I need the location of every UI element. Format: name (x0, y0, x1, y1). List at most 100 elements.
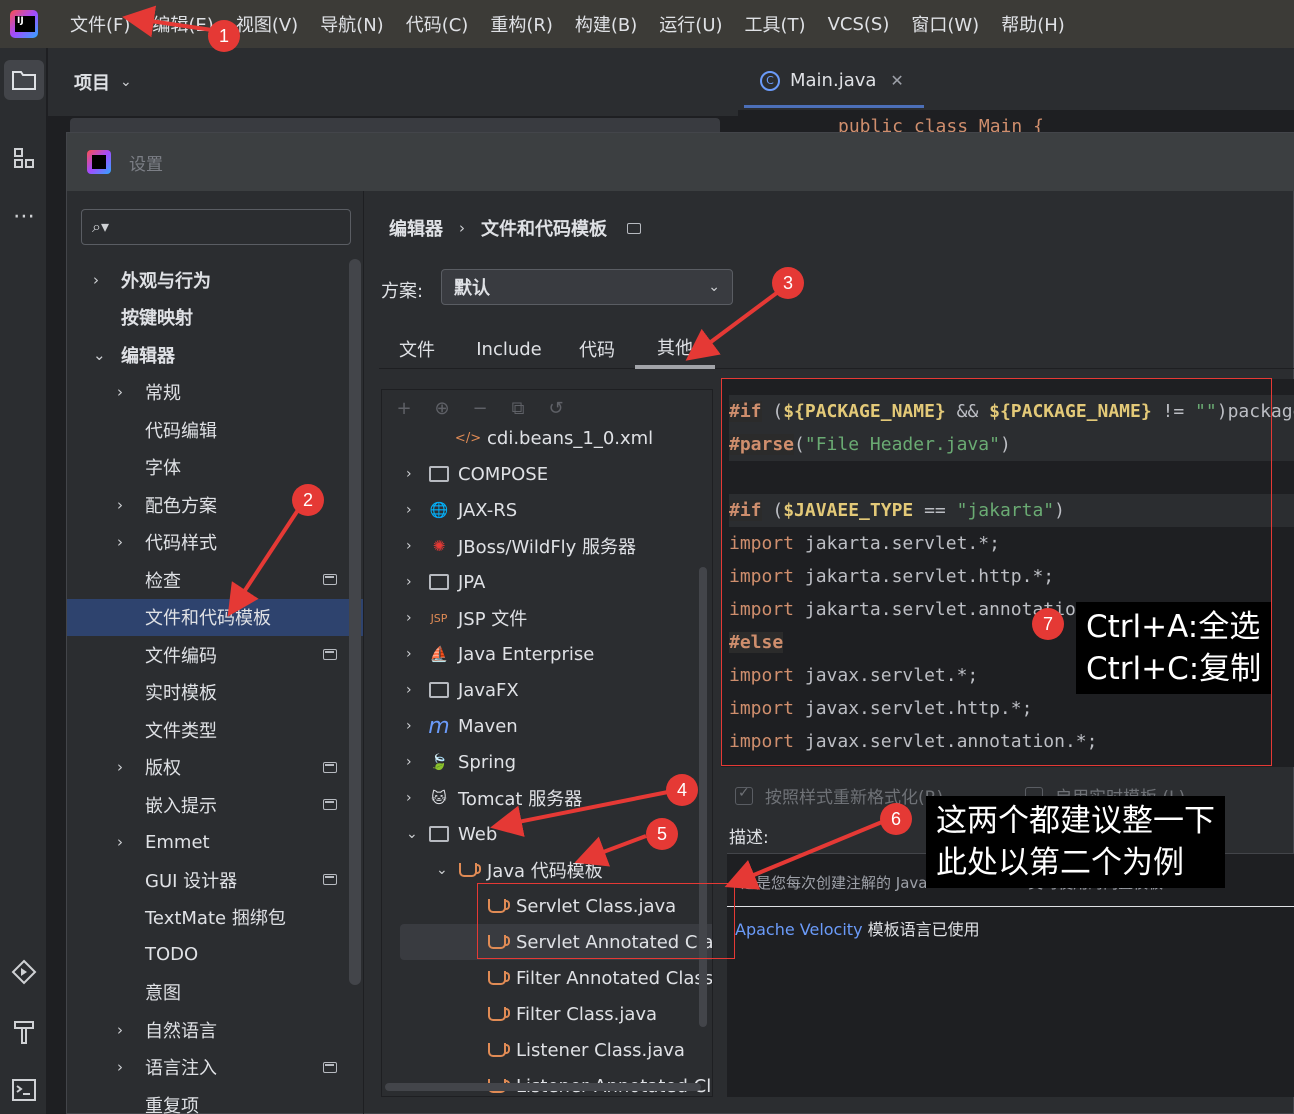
template-tree-item[interactable]: › ⛵ Java Enterprise (382, 636, 712, 672)
reformat-option[interactable]: 按照样式重新格式化(R) (735, 783, 943, 808)
menu-window[interactable]: 窗口(W) (911, 11, 979, 37)
chevron-right-icon[interactable]: › (93, 271, 99, 289)
menu-view[interactable]: 视图(V) (236, 11, 298, 37)
chevron-right-icon[interactable]: › (117, 1021, 123, 1039)
chevron-right-icon[interactable]: › (117, 533, 123, 551)
project-folder-icon[interactable] (4, 60, 44, 100)
chevron-right-icon[interactable]: › (406, 790, 412, 806)
add-child-icon[interactable]: ⊕ (430, 398, 454, 419)
chevron-right-icon[interactable]: › (406, 718, 412, 734)
add-icon[interactable]: + (392, 398, 416, 419)
settings-tree-item[interactable]: 文件和代码模板 (67, 598, 363, 636)
settings-tree-scrollbar[interactable] (349, 259, 361, 985)
settings-tree-item[interactable]: GUI 设计器 (67, 861, 363, 898)
template-tree-item[interactable]: › JSP JSP 文件 (382, 600, 712, 636)
settings-tree-item[interactable]: › 外观与行为 (67, 261, 363, 298)
settings-tree-item[interactable]: 代码编辑 (67, 411, 363, 448)
run-services-icon[interactable] (4, 952, 44, 992)
tab-code[interactable]: 代码 (565, 329, 629, 369)
template-tree-item[interactable]: Listener Class.java (382, 1032, 712, 1068)
template-tree-hscrollbar[interactable] (385, 1083, 701, 1091)
template-tree-item[interactable]: ⌄ Java 代码模板 (382, 852, 712, 888)
menu-vcs[interactable]: VCS(S) (828, 14, 890, 35)
chevron-right-icon[interactable]: › (406, 466, 412, 482)
menu-help[interactable]: 帮助(H) (1001, 11, 1065, 37)
menu-build[interactable]: 构建(B) (575, 11, 637, 37)
template-code-editor[interactable]: #if (${PACKAGE_NAME} && ${PACKAGE_NAME} … (721, 379, 1294, 767)
menu-refactor[interactable]: 重构(R) (490, 11, 553, 37)
template-tree-item[interactable]: › 🌐 JAX-RS (382, 492, 712, 528)
chevron-down-icon[interactable]: ⌄ (93, 346, 106, 364)
settings-tree-item[interactable]: 意图 (67, 974, 363, 1011)
template-tree-item[interactable]: › 🐱 Tomcat 服务器 (382, 780, 712, 816)
project-title[interactable]: 项目 (74, 69, 110, 95)
chevron-right-icon[interactable]: › (406, 754, 412, 770)
chevron-right-icon[interactable]: › (117, 758, 123, 776)
structure-icon[interactable] (4, 138, 44, 178)
menu-run[interactable]: 运行(U) (659, 11, 722, 37)
settings-tree-item[interactable]: 文件编码 (67, 636, 363, 673)
template-tree-item[interactable]: Servlet Annotated Class.java (400, 924, 712, 960)
settings-tree-item[interactable]: 嵌入提示 (67, 786, 363, 823)
chevron-right-icon[interactable]: › (117, 496, 123, 514)
chevron-down-icon[interactable]: ⌄ (436, 862, 448, 878)
menu-edit[interactable]: 编辑(E) (152, 11, 213, 37)
chevron-down-icon[interactable]: ⌄ (120, 74, 132, 90)
reformat-checkbox[interactable] (735, 785, 753, 805)
settings-tree-item[interactable]: 重复项 (67, 1086, 363, 1114)
template-tree-item[interactable]: › 🍃 Spring (382, 744, 712, 780)
template-code[interactable]: #if (${PACKAGE_NAME} && ${PACKAGE_NAME} … (729, 395, 1294, 758)
template-tree-item[interactable]: › COMPOSE (382, 456, 712, 492)
settings-tree-item[interactable]: TODO (67, 936, 363, 973)
settings-tree-item[interactable]: › 常规 (67, 374, 363, 411)
template-tree-item[interactable]: › JavaFX (382, 672, 712, 708)
settings-tree-item[interactable]: › 语言注入 (67, 1049, 363, 1086)
chevron-right-icon[interactable]: › (117, 833, 123, 851)
menu-file[interactable]: 文件(F) (70, 11, 130, 37)
template-tree-item[interactable]: </> cdi.beans_1_0.xml (382, 420, 712, 456)
settings-tree-item[interactable]: › Emmet (67, 824, 363, 861)
template-tree-item[interactable]: Servlet Class.java (382, 888, 712, 924)
remove-icon[interactable]: − (468, 398, 492, 419)
template-tree-item[interactable]: Filter Annotated Class.java (382, 960, 712, 996)
settings-tree-item[interactable]: › 版权 (67, 749, 363, 786)
chevron-right-icon[interactable]: › (406, 538, 412, 554)
chevron-right-icon[interactable]: › (406, 682, 412, 698)
settings-tree-item[interactable]: 文件类型 (67, 711, 363, 748)
close-icon[interactable]: ✕ (890, 71, 903, 90)
breadcrumb-parent[interactable]: 编辑器 (389, 215, 443, 241)
chevron-right-icon[interactable]: › (406, 574, 412, 590)
chevron-right-icon[interactable]: › (117, 383, 123, 401)
settings-tree-item[interactable]: 字体 (67, 449, 363, 486)
chevron-right-icon[interactable]: › (406, 502, 412, 518)
chevron-right-icon[interactable]: › (406, 646, 412, 662)
build-hammer-icon[interactable] (4, 1012, 44, 1052)
template-tree-item[interactable]: › m Maven (382, 708, 712, 744)
panel-divider[interactable] (363, 191, 364, 1114)
more-icon[interactable]: ⋯ (4, 196, 44, 236)
settings-search-box[interactable]: ⌕▾ (81, 209, 351, 245)
template-tree-item[interactable]: › ✺ JBoss/WildFly 服务器 (382, 528, 712, 564)
chevron-right-icon[interactable]: › (406, 610, 412, 626)
settings-tree-item[interactable]: 检查 (67, 561, 363, 598)
tab-files[interactable]: 文件 (379, 329, 455, 369)
settings-tree-item[interactable]: 按键映射 (67, 299, 363, 336)
settings-tree-item[interactable]: › 代码样式 (67, 524, 363, 561)
scheme-dropdown[interactable]: 默认 ⌄ (441, 269, 733, 305)
settings-search-input[interactable] (115, 218, 335, 236)
settings-tree-item[interactable]: › 自然语言 (67, 1011, 363, 1048)
velocity-link[interactable]: Apache Velocity (735, 920, 863, 939)
reset-icon[interactable]: ↺ (544, 398, 568, 419)
editor-tab-main[interactable]: C Main.java ✕ (744, 56, 924, 108)
tab-other[interactable]: 其他 (635, 329, 715, 369)
chevron-down-icon[interactable]: ⌄ (406, 826, 418, 842)
settings-tree-item[interactable]: 实时模板 (67, 674, 363, 711)
template-tree-item[interactable]: › JPA (382, 564, 712, 600)
chevron-right-icon[interactable]: › (117, 1058, 123, 1076)
template-tree-scrollbar[interactable] (699, 567, 707, 1027)
menu-code[interactable]: 代码(C) (406, 11, 469, 37)
tab-include[interactable]: Include (461, 329, 557, 369)
menu-navigate[interactable]: 导航(N) (320, 11, 384, 37)
terminal-icon[interactable] (4, 1070, 44, 1110)
template-tree-item[interactable]: Filter Class.java (382, 996, 712, 1032)
